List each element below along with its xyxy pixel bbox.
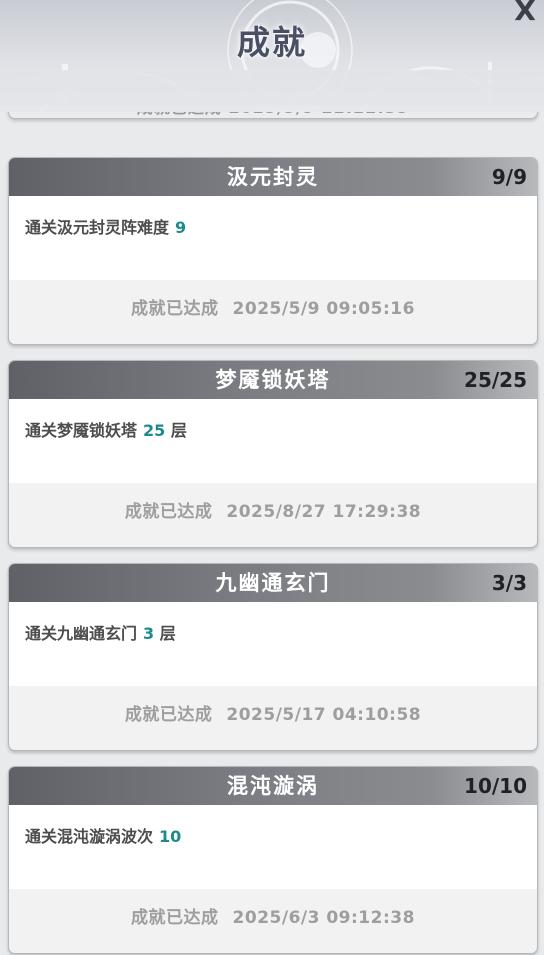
achievement-description-box: 通关梦魇锁妖塔 25 层 xyxy=(9,399,537,483)
achievement-description: 通关梦魇锁妖塔 25 层 xyxy=(25,417,187,441)
achievement-description: 通关汲元封灵阵难度 9 xyxy=(25,214,186,238)
achievement-status: 成就已达成 2025/6/3 09:12:38 xyxy=(9,903,537,928)
achievement-status: 成就已达成 2025/8/27 17:29:38 xyxy=(9,497,537,522)
page-title: 成就 xyxy=(237,23,307,62)
achievement-title: 九幽通玄门 xyxy=(215,570,331,595)
status-timestamp: 2025/5/17 04:10:58 xyxy=(226,705,422,725)
achievement-title: 汲元封灵 xyxy=(227,164,319,189)
achievement-title: 梦魇锁妖塔 xyxy=(215,367,331,392)
achievement-header: 成就 X xyxy=(0,0,544,112)
description-suffix: 层 xyxy=(159,624,176,643)
achievement-description-box: 通关混沌漩涡波次 10 xyxy=(9,805,537,889)
status-label: 成就已达成 xyxy=(131,908,219,928)
achievement-progress-count: 10/10 xyxy=(464,774,527,798)
achievement-card: 混沌漩涡 10/10 通关混沌漩涡波次 10 成就已达成 2025/6/3 09:1… xyxy=(8,766,538,954)
description-text: 通关梦魇锁妖塔 xyxy=(25,421,138,440)
status-timestamp: 2025/8/27 17:29:38 xyxy=(226,502,422,522)
description-text: 通关九幽通玄门 xyxy=(25,624,138,643)
close-button[interactable]: X xyxy=(510,0,540,26)
card-header: 梦魇锁妖塔 25/25 xyxy=(9,361,537,399)
description-value: 3 xyxy=(143,624,155,643)
achievement-description: 通关九幽通玄门 3 层 xyxy=(25,620,176,644)
description-text: 通关混沌漩涡波次 xyxy=(25,827,154,846)
status-timestamp: 2025/6/3 09:12:38 xyxy=(232,908,415,928)
status-label: 成就已达成 xyxy=(124,502,213,522)
achievement-card: 梦魇锁妖塔 25/25 通关梦魇锁妖塔 25 层 成就已达成 2025/8/27 1… xyxy=(8,360,538,548)
description-value: 9 xyxy=(175,218,187,237)
card-header: 混沌漩涡 10/10 xyxy=(9,767,537,805)
achievement-description: 通关混沌漩涡波次 10 xyxy=(25,823,181,847)
achievement-progress-count: 9/9 xyxy=(491,165,527,189)
description-value: 10 xyxy=(159,827,182,846)
achievement-status: 成就已达成 2025/5/17 04:10:58 xyxy=(9,700,537,725)
achievement-card: 九幽通玄门 3/3 通关九幽通玄门 3 层 成就已达成 2025/5/17 04:1… xyxy=(8,563,538,751)
description-text: 通关汲元封灵阵难度 xyxy=(25,218,170,237)
description-value: 25 xyxy=(143,421,166,440)
status-label: 成就已达成 xyxy=(131,299,219,319)
achievement-title: 混沌漩涡 xyxy=(227,773,319,798)
achievement-card: 汲元封灵 9/9 通关汲元封灵阵难度 9 成就已达成 2025/5/9 09:05:… xyxy=(8,157,538,345)
card-header: 九幽通玄门 3/3 xyxy=(9,564,537,602)
status-timestamp: 2025/5/9 09:05:16 xyxy=(232,299,415,319)
card-header: 汲元封灵 9/9 xyxy=(9,158,537,196)
achievement-progress-count: 25/25 xyxy=(464,368,527,392)
achievement-description-box: 通关九幽通玄门 3 层 xyxy=(9,602,537,686)
achievement-progress-count: 3/3 xyxy=(491,571,527,595)
achievement-description-box: 通关汲元封灵阵难度 9 xyxy=(9,196,537,280)
achievement-status: 成就已达成 2025/5/9 09:05:16 xyxy=(9,294,537,319)
header-fade xyxy=(0,70,544,106)
description-suffix: 层 xyxy=(170,421,187,440)
status-label: 成就已达成 xyxy=(124,705,213,725)
